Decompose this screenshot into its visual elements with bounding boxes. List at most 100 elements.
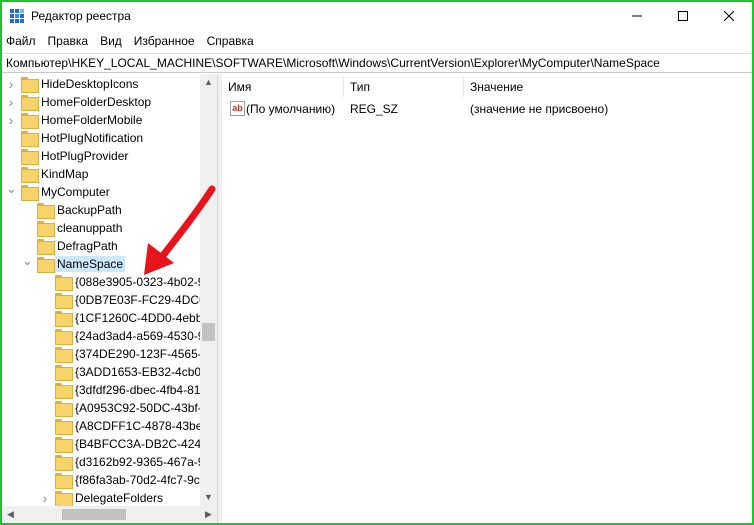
folder-icon xyxy=(55,347,73,363)
folder-icon xyxy=(21,185,39,201)
tree-item[interactable]: HotPlugNotification xyxy=(2,129,202,147)
chevron-right-icon[interactable]: › xyxy=(6,77,16,91)
tree-vertical-scrollbar[interactable]: ▲ ▼ xyxy=(200,74,217,506)
tree-item[interactable]: › DelegateFolders xyxy=(2,489,202,506)
tree-item[interactable]: {B4BFCC3A-DB2C-424C xyxy=(2,435,210,453)
folder-icon xyxy=(21,95,39,111)
tree-item-label: cleanuppath xyxy=(57,221,123,235)
folder-icon xyxy=(37,257,55,273)
chevron-down-icon[interactable]: ⌄ xyxy=(22,254,33,270)
registry-key-tree: › HideDesktopIcons › HomeFolderDesktop › Home… xyxy=(2,74,215,506)
tree-item-label: {3ADD1653-EB32-4cb0-I xyxy=(75,365,209,379)
menu-help[interactable]: Справка xyxy=(201,33,260,53)
chevron-right-icon[interactable]: › xyxy=(40,491,50,505)
folder-icon xyxy=(55,455,73,471)
folder-icon xyxy=(55,491,73,506)
tree-vertical-scroll-thumb[interactable] xyxy=(202,323,215,341)
tree-item-label: {1CF1260C-4DD0-4ebb- xyxy=(75,311,207,325)
tree-item[interactable]: {3dfdf296-dbec-4fb4-81 xyxy=(2,381,202,399)
tree-horizontal-scrollbar[interactable]: ◀ ▶ xyxy=(2,506,217,523)
title-bar: Редактор реестра xyxy=(2,2,752,30)
tree-item[interactable]: HotPlugProvider xyxy=(2,147,202,165)
value-name: (По умолчанию) xyxy=(246,102,336,116)
tree-item[interactable]: {24ad3ad4-a569-4530-98 xyxy=(2,327,211,345)
tree-item[interactable]: {374DE290-123F-4565-91 xyxy=(2,345,215,363)
scroll-up-icon[interactable]: ▲ xyxy=(200,74,217,91)
tree-item[interactable]: {1CF1260C-4DD0-4ebb- xyxy=(2,309,206,327)
scroll-right-icon[interactable]: ▶ xyxy=(200,506,217,523)
column-header-type[interactable]: Тип xyxy=(344,77,464,97)
tree-item[interactable]: {0DB7E03F-FC29-4DC6-9 xyxy=(2,291,215,309)
folder-icon xyxy=(21,77,39,93)
folder-icon xyxy=(37,203,55,219)
tree-item-label: {B4BFCC3A-DB2C-424C xyxy=(75,437,210,451)
string-value-icon: ab xyxy=(230,101,245,116)
folder-icon xyxy=(21,113,39,129)
tree-item-label: BackupPath xyxy=(57,203,122,217)
minimize-icon xyxy=(632,15,642,17)
values-pane: Имя Тип Значение ab (По умолчанию) REG_S… xyxy=(222,74,752,523)
value-data: (значение не присвоено) xyxy=(470,102,609,116)
close-icon xyxy=(724,11,734,21)
menu-file[interactable]: Файл xyxy=(2,33,42,53)
folder-icon xyxy=(37,239,55,255)
scroll-down-icon[interactable]: ▼ xyxy=(200,489,217,506)
chevron-down-icon[interactable]: ⌄ xyxy=(6,182,17,198)
maximize-button[interactable] xyxy=(660,2,706,30)
folder-icon xyxy=(55,419,73,435)
tree-item-label: {A0953C92-50DC-43bf-E xyxy=(75,401,210,415)
folder-icon xyxy=(55,401,73,417)
tree-item[interactable]: › HideDesktopIcons xyxy=(2,75,202,93)
tree-item[interactable]: › HomeFolderDesktop xyxy=(2,93,202,111)
registry-editor-window: Редактор реестра Файл Правка Вид Избранн… xyxy=(2,2,752,523)
folder-icon xyxy=(55,365,73,381)
tree-item-label: HideDesktopIcons xyxy=(41,77,139,91)
folder-icon xyxy=(37,221,55,237)
value-row[interactable]: ab (По умолчанию) REG_SZ (значение не пр… xyxy=(222,100,752,118)
column-header-value[interactable]: Значение xyxy=(464,77,752,97)
tree-item[interactable]: {3ADD1653-EB32-4cb0-I xyxy=(2,363,208,381)
folder-icon xyxy=(21,131,39,147)
tree-item-label: DefragPath xyxy=(57,239,118,253)
tree-item-label: HomeFolderMobile xyxy=(41,113,143,127)
folder-icon xyxy=(55,437,73,453)
tree-item[interactable]: › HomeFolderMobile xyxy=(2,111,202,129)
tree-item[interactable]: {A8CDFF1C-4878-43be- xyxy=(2,417,206,435)
folder-icon xyxy=(55,473,73,489)
menu-view[interactable]: Вид xyxy=(94,33,128,53)
tree-item-label: {374DE290-123F-4565-91 xyxy=(75,347,215,361)
column-header-name[interactable]: Имя xyxy=(222,77,344,97)
tree-item-label: NameSpace xyxy=(55,256,126,272)
maximize-icon xyxy=(678,11,688,21)
folder-icon xyxy=(55,293,73,309)
window-title: Редактор реестра xyxy=(31,9,131,23)
close-button[interactable] xyxy=(706,2,752,30)
chevron-right-icon[interactable]: › xyxy=(6,113,16,127)
chevron-right-icon[interactable]: › xyxy=(6,95,16,109)
menu-favorites[interactable]: Избранное xyxy=(128,33,201,53)
folder-icon xyxy=(55,311,73,327)
tree-item[interactable]: KindMap xyxy=(2,165,202,183)
tree-item-label: {A8CDFF1C-4878-43be- xyxy=(75,419,207,433)
folder-icon xyxy=(21,167,39,183)
menu-edit[interactable]: Правка xyxy=(42,33,95,53)
tree-item-label: {0DB7E03F-FC29-4DC6-9 xyxy=(75,293,215,307)
tree-item-label: {24ad3ad4-a569-4530-98 xyxy=(75,329,212,343)
folder-icon xyxy=(55,329,73,345)
address-bar[interactable]: Компьютер\HKEY_LOCAL_MACHINE\SOFTWARE\Mi… xyxy=(2,53,752,73)
tree-item-label: {f86fa3ab-70d2-4fc7-9c9 xyxy=(75,473,207,487)
scroll-left-icon[interactable]: ◀ xyxy=(2,506,19,523)
tree-item[interactable]: {d3162b92-9365-467a-95 xyxy=(2,453,211,471)
tree-item[interactable]: {f86fa3ab-70d2-4fc7-9c9 xyxy=(2,471,206,489)
minimize-button[interactable] xyxy=(614,2,660,30)
tree-item-label: HotPlugProvider xyxy=(41,149,129,163)
tree-item-label: HotPlugNotification xyxy=(41,131,144,145)
tree-horizontal-scroll-thumb[interactable] xyxy=(62,509,126,520)
value-type: REG_SZ xyxy=(350,102,399,116)
tree-item-label: {d3162b92-9365-467a-95 xyxy=(75,455,212,469)
folder-icon xyxy=(55,383,73,399)
tree-item-label: {3dfdf296-dbec-4fb4-81 xyxy=(75,383,201,397)
tree-item-label: DelegateFolders xyxy=(75,491,164,505)
menu-bar: Файл Правка Вид Избранное Справка xyxy=(2,33,260,53)
tree-item[interactable]: {A0953C92-50DC-43bf-E xyxy=(2,399,210,417)
